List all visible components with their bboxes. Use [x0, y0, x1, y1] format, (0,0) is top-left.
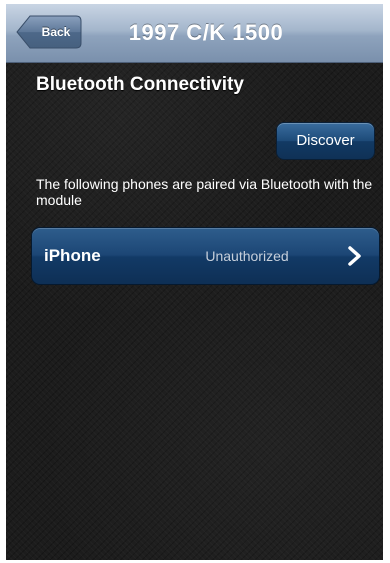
chevron-right-icon [348, 246, 361, 266]
back-label: Back [41, 25, 71, 39]
device-name: iPhone [44, 246, 101, 265]
page-title: 1997 C/K 1500 [128, 20, 284, 45]
app-screen: Back 1997 C/K 1500 Bluetooth Connectivit… [6, 4, 383, 560]
paired-device-row[interactable]: iPhone Unauthorized [31, 227, 380, 285]
paired-description: The following phones are paired via Blue… [36, 176, 373, 208]
back-button[interactable]: Back [16, 15, 82, 49]
device-status: Unauthorized [205, 248, 289, 264]
navigation-bar: Back 1997 C/K 1500 [6, 4, 383, 63]
discover-button[interactable]: Discover [276, 122, 375, 160]
section-title: Bluetooth Connectivity [36, 74, 244, 95]
